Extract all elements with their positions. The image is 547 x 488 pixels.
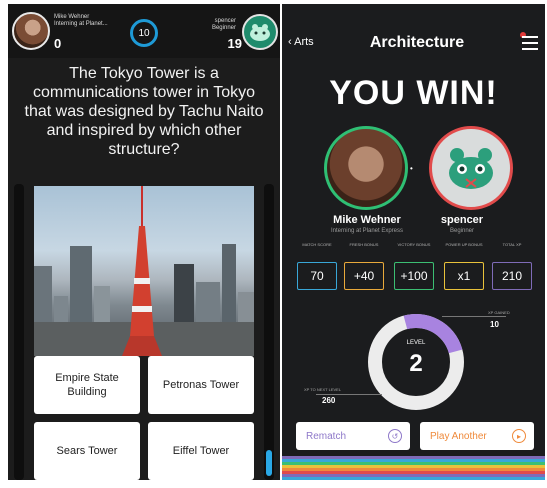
opponent-avatar xyxy=(242,14,278,50)
play-another-label: Play Another xyxy=(430,430,487,442)
left-rail xyxy=(14,184,24,480)
versus-dot: • xyxy=(410,164,413,173)
back-button[interactable]: ‹ Arts xyxy=(288,36,314,48)
xp-gained-leader xyxy=(442,316,506,317)
question-image xyxy=(34,186,254,356)
answer-button[interactable]: Empire State Building xyxy=(34,356,140,414)
player-avatar xyxy=(12,12,50,50)
results-screen: ‹ Arts Architecture YOU WIN! • Mike Wehn… xyxy=(282,4,545,480)
opponent-name: spencer xyxy=(214,18,236,24)
answer-label: Sears Tower xyxy=(56,445,118,457)
screenshot-frame: Mike Wehner Interning at Planet... 0 10 … xyxy=(0,0,547,488)
level-label: LEVEL xyxy=(406,340,426,346)
opponent-subtitle: Beginner xyxy=(211,25,236,31)
hamburger-menu-icon[interactable] xyxy=(522,36,538,50)
answer-label: Eiffel Tower xyxy=(172,445,230,457)
loser-avatar xyxy=(429,126,513,210)
stat-value-box: x1 xyxy=(444,262,484,290)
stat-label: MATCH SCORE xyxy=(302,242,332,247)
question-text: The Tokyo Tower is a communications towe… xyxy=(24,65,264,158)
stat-label: POWER UP BONUS xyxy=(445,242,483,247)
winner-avatar xyxy=(324,126,408,210)
winner-name: Mike Wehner xyxy=(333,214,401,226)
stat-value-box: 70 xyxy=(297,262,337,290)
player-subtitle: Interning at Planet... xyxy=(54,21,108,27)
answer-label: Petronas Tower xyxy=(162,379,240,391)
scrollbar-thumb[interactable] xyxy=(266,450,272,476)
stat-label: FRESH BONUS xyxy=(349,242,379,247)
stat-label: VICTORY BONUS xyxy=(397,242,431,247)
player-name: Mike Wehner xyxy=(54,14,90,20)
monster-icon xyxy=(250,24,270,41)
chevron-left-icon: ‹ xyxy=(288,36,292,48)
stat-value: 210 xyxy=(501,269,523,283)
stat-value-box: 210 xyxy=(492,262,532,290)
winner-subtitle: Interning at Planet Express xyxy=(330,228,404,234)
play-icon: ▸ xyxy=(512,429,526,443)
rainbow-stripes xyxy=(282,456,545,480)
question-screen: Mike Wehner Interning at Planet... 0 10 … xyxy=(8,4,280,480)
back-label: Arts xyxy=(294,36,314,48)
scrollbar[interactable] xyxy=(264,184,274,480)
tokyo-tower-icon xyxy=(122,186,162,356)
answer-label: Empire State Building xyxy=(55,372,119,398)
xp-next-value: 260 xyxy=(322,396,336,405)
player-info: Mike Wehner Interning at Planet... xyxy=(54,14,118,28)
loser-name: spencer xyxy=(440,214,484,226)
monster-icon xyxy=(449,148,493,189)
answer-button[interactable]: Eiffel Tower xyxy=(148,422,254,480)
opponent-score: 19 xyxy=(227,36,242,51)
opponent-info: spencer Beginner xyxy=(196,18,236,32)
stat-value: x1 xyxy=(457,269,471,283)
page-title: Architecture xyxy=(369,34,465,51)
rematch-label: Rematch xyxy=(306,430,347,442)
answer-button[interactable]: Sears Tower xyxy=(34,422,140,480)
nav-header: ‹ Arts Architecture xyxy=(282,4,545,64)
rematch-icon: ↺ xyxy=(388,429,402,443)
player-score: 0 xyxy=(54,36,62,51)
xp-next-leader xyxy=(316,394,382,395)
rematch-button[interactable]: Rematch ↺ xyxy=(296,422,410,450)
play-another-button[interactable]: Play Another ▸ xyxy=(420,422,534,450)
xp-next-label: XP TO NEXT LEVEL xyxy=(304,387,342,392)
stat-label: TOTAL XP xyxy=(502,242,522,247)
timer-value: 10 xyxy=(138,27,150,39)
score-header: Mike Wehner Interning at Planet... 0 10 … xyxy=(8,4,280,58)
loser-subtitle: Beginner xyxy=(449,228,475,234)
xp-gained-label: XP GAINED xyxy=(488,310,510,315)
xp-gained-value: 10 xyxy=(490,320,499,329)
stat-value: +40 xyxy=(353,269,375,283)
stat-value-box: +40 xyxy=(344,262,384,290)
result-banner: YOU WIN! xyxy=(329,74,498,112)
level-number: 2 xyxy=(409,350,423,377)
stat-value: 70 xyxy=(310,269,324,283)
timer-ring: 10 xyxy=(130,19,158,47)
stat-value: +100 xyxy=(400,269,428,283)
answer-button[interactable]: Petronas Tower xyxy=(148,356,254,414)
stat-value-box: +100 xyxy=(394,262,434,290)
